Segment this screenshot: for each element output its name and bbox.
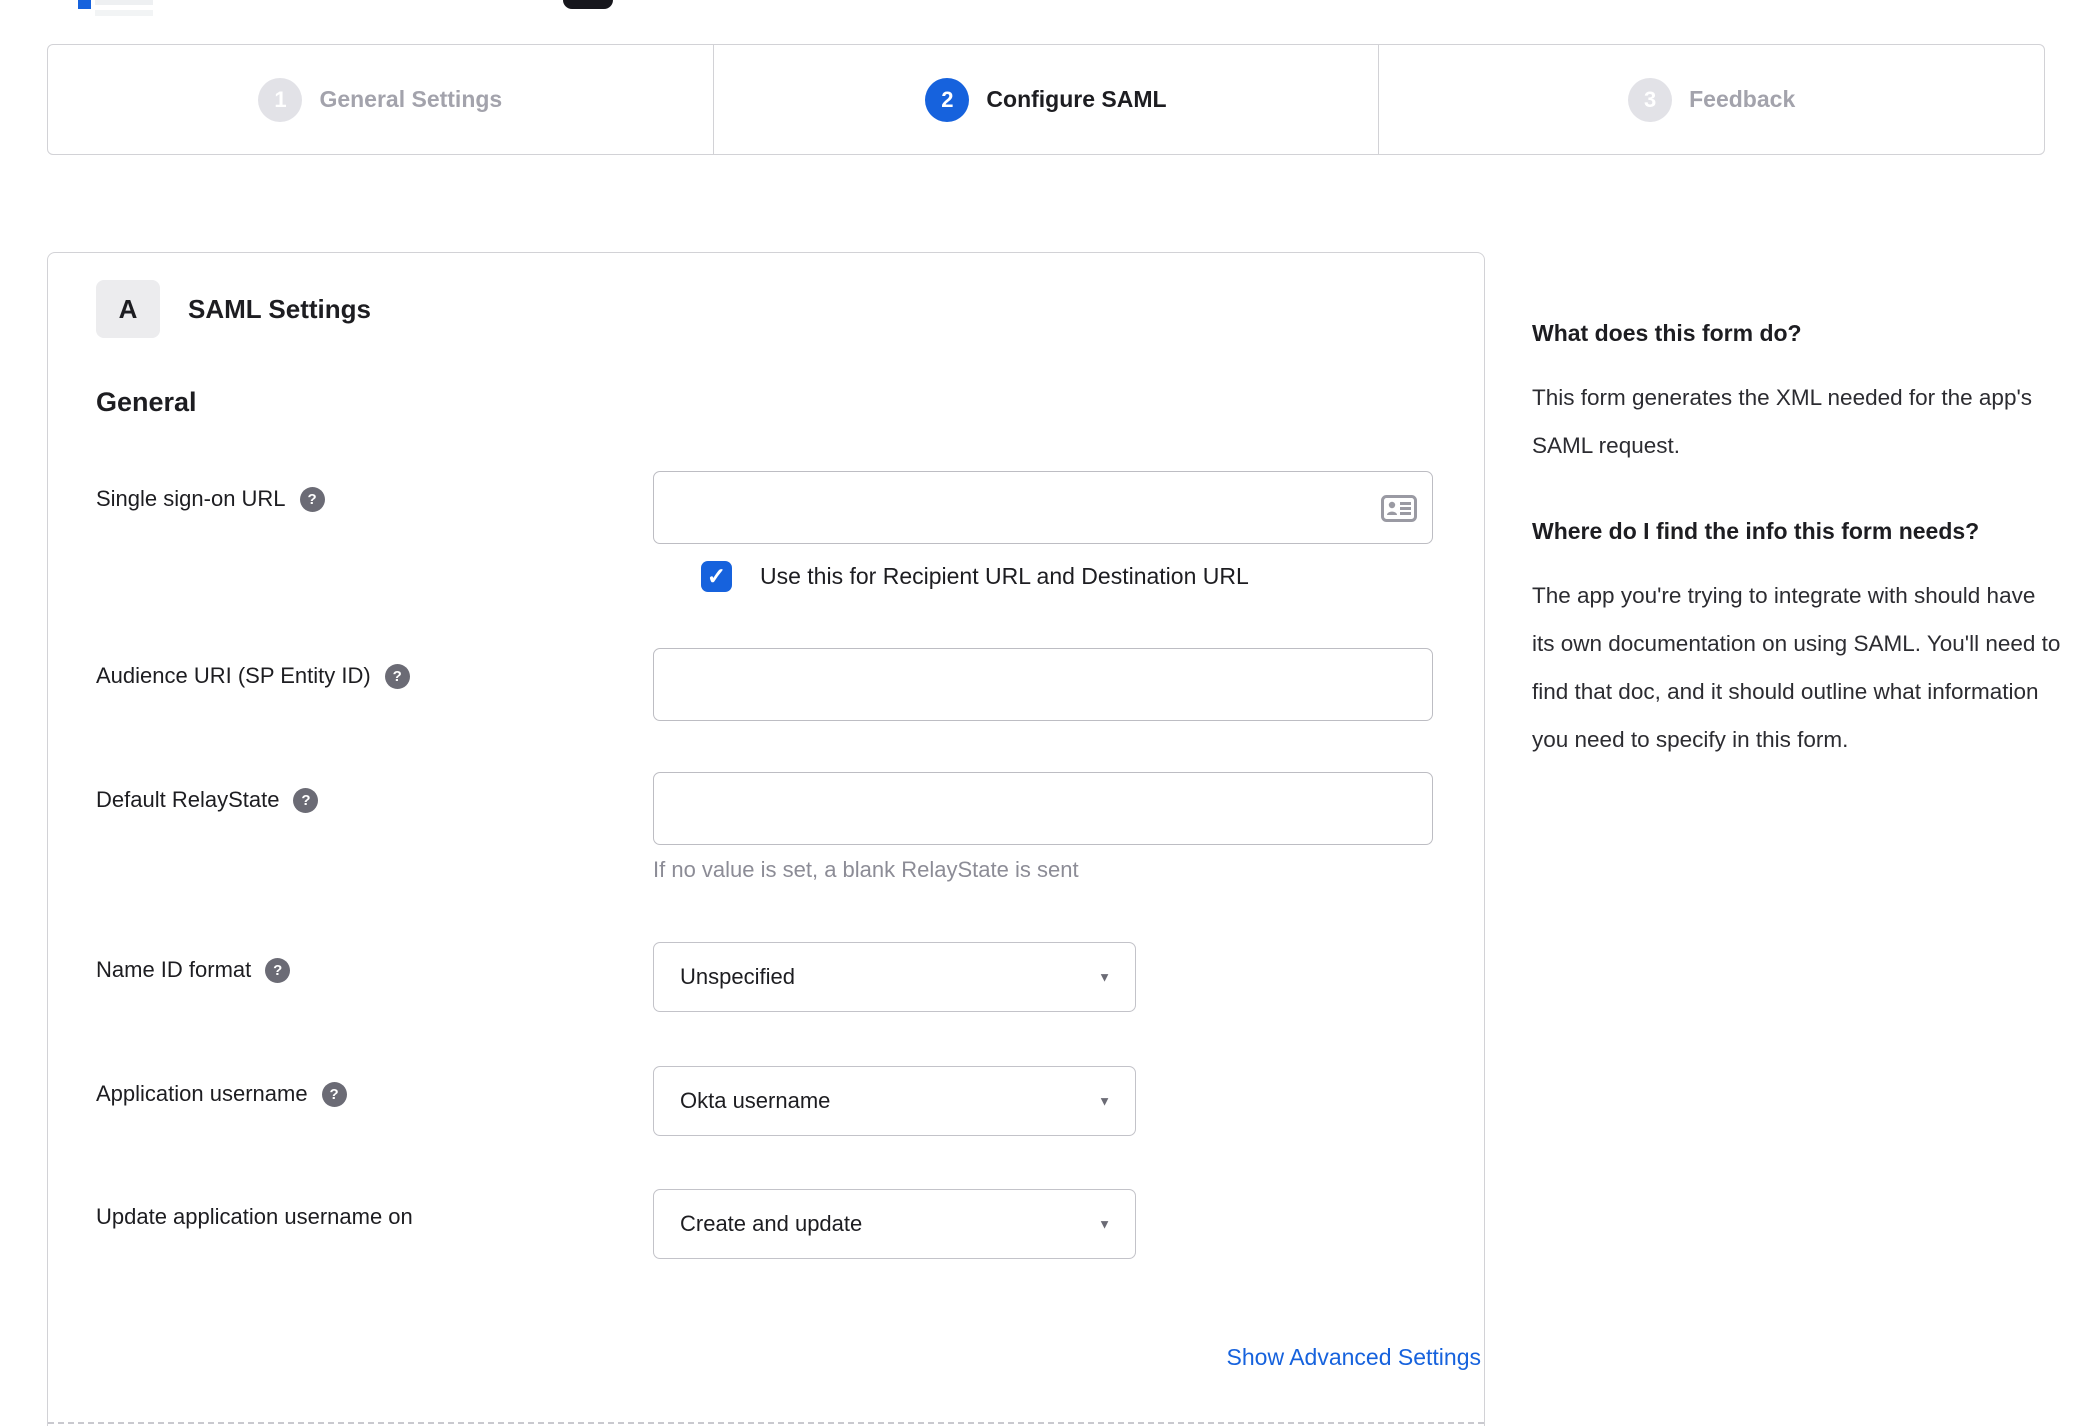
- help-section-what: What does this form do? This form genera…: [1532, 316, 2064, 470]
- show-advanced-settings-link[interactable]: Show Advanced Settings: [1227, 1344, 1481, 1370]
- default-relaystate-input[interactable]: [653, 772, 1433, 845]
- wizard-stepper: 1 General Settings 2 Configure SAML 3 Fe…: [47, 44, 2045, 155]
- caret-down-icon: ▼: [1098, 1216, 1111, 1232]
- help-icon[interactable]: ?: [265, 958, 291, 983]
- section-header: A SAML Settings: [96, 279, 1436, 339]
- help-sidebar: What does this form do? This form genera…: [1532, 316, 2064, 764]
- step-general-settings[interactable]: 1 General Settings: [48, 45, 713, 154]
- field-label: Update application username on: [96, 1204, 413, 1229]
- step-feedback[interactable]: 3 Feedback: [1378, 45, 2044, 154]
- step-label: General Settings: [319, 86, 503, 112]
- single-sign-on-url-input[interactable]: [653, 471, 1433, 544]
- step-number-badge: 2: [925, 77, 970, 122]
- field-row-update-application-username: Update application username on Create an…: [96, 1189, 1436, 1259]
- saml-settings-panel: A SAML Settings General Single sign-on U…: [47, 252, 1485, 1426]
- cropped-blue-tab-fragment: [78, 0, 91, 9]
- recipient-destination-checkbox-row: ✓ Use this for Recipient URL and Destina…: [96, 561, 1436, 592]
- section-title: SAML Settings: [188, 293, 371, 324]
- select-value: Okta username: [680, 1088, 831, 1113]
- update-application-username-select[interactable]: Create and update ▼: [653, 1189, 1136, 1259]
- general-group-title: General: [96, 387, 197, 417]
- step-number-badge: 1: [258, 77, 303, 122]
- field-row-single-sign-on-url: Single sign-on URL ?: [96, 471, 1436, 544]
- help-heading: Where do I find the info this form needs…: [1532, 518, 1980, 544]
- field-row-application-username: Application username ? Okta username ▼: [96, 1066, 1436, 1136]
- help-icon[interactable]: ?: [321, 1082, 347, 1107]
- select-value: Create and update: [680, 1211, 863, 1236]
- field-row-name-id-format: Name ID format ? Unspecified ▼: [96, 942, 1436, 1012]
- cropped-header-fragment: [95, 10, 153, 16]
- recipient-destination-checkbox[interactable]: ✓: [701, 561, 732, 592]
- field-row-default-relaystate: Default RelayState ? If no value is set,…: [96, 772, 1436, 883]
- field-label: Name ID format: [96, 957, 252, 982]
- help-icon[interactable]: ?: [293, 788, 319, 813]
- field-label: Single sign-on URL: [96, 486, 286, 511]
- step-number-badge: 3: [1628, 77, 1673, 122]
- help-body: The app you're trying to integrate with …: [1532, 583, 2061, 752]
- select-value: Unspecified: [680, 964, 795, 989]
- checkbox-label[interactable]: Use this for Recipient URL and Destinati…: [760, 563, 1249, 590]
- section-dashed-divider: [48, 1422, 1484, 1424]
- checkmark-icon: ✓: [706, 563, 727, 589]
- application-username-select[interactable]: Okta username ▼: [653, 1066, 1136, 1136]
- help-heading: What does this form do?: [1532, 320, 1802, 346]
- help-icon[interactable]: ?: [299, 487, 325, 512]
- contact-card-icon: [1381, 495, 1417, 522]
- cropped-toggle-fragment: [563, 0, 613, 9]
- section-badge-a: A: [96, 280, 160, 338]
- relaystate-hint: If no value is set, a blank RelayState i…: [653, 857, 1079, 882]
- field-row-audience-uri: Audience URI (SP Entity ID) ?: [96, 648, 1436, 721]
- advanced-settings-row: Show Advanced Settings: [96, 1344, 1481, 1371]
- help-section-where: Where do I find the info this form needs…: [1532, 514, 2064, 764]
- field-label: Audience URI (SP Entity ID): [96, 663, 371, 688]
- step-label: Feedback: [1689, 86, 1796, 112]
- audience-uri-input[interactable]: [653, 648, 1433, 721]
- field-label: Application username: [96, 1081, 308, 1106]
- step-label: Configure SAML: [986, 86, 1167, 112]
- help-icon[interactable]: ?: [384, 664, 410, 689]
- caret-down-icon: ▼: [1098, 969, 1111, 985]
- step-configure-saml[interactable]: 2 Configure SAML: [712, 45, 1379, 154]
- cropped-header-fragment: [95, 0, 153, 5]
- name-id-format-select[interactable]: Unspecified ▼: [653, 942, 1136, 1012]
- caret-down-icon: ▼: [1098, 1093, 1111, 1109]
- field-label: Default RelayState: [96, 787, 280, 812]
- help-body: This form generates the XML needed for t…: [1532, 385, 2032, 458]
